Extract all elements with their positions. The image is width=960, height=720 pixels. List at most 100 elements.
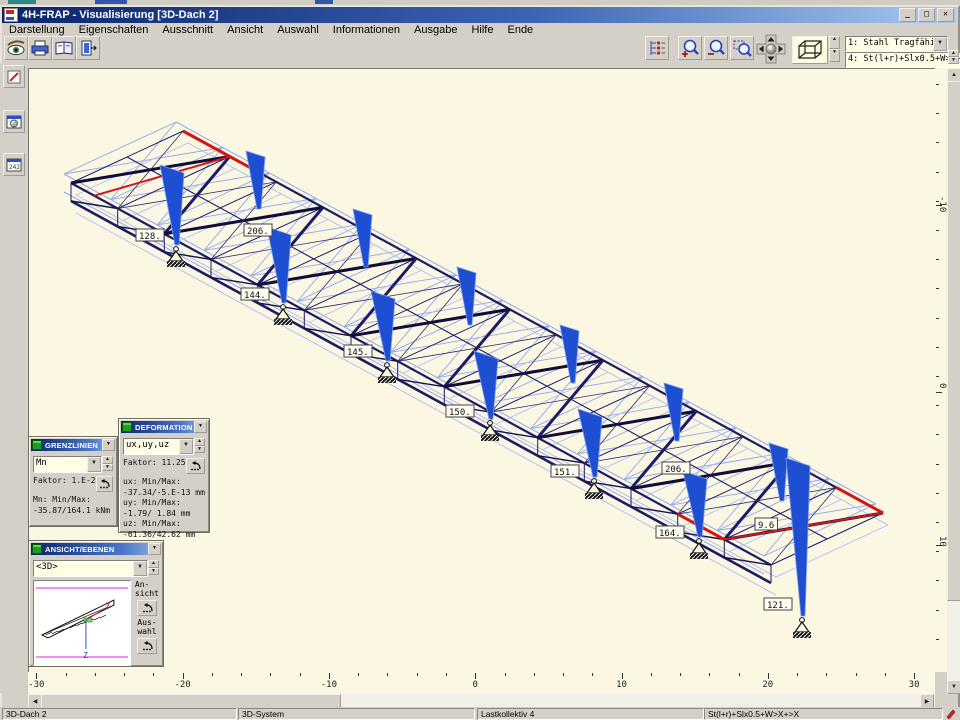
- redraw-icon: [97, 478, 111, 490]
- maximize-button[interactable]: □: [918, 8, 935, 22]
- ansicht-label: An- sicht: [135, 580, 159, 598]
- horizontal-scroll-thumb[interactable]: [41, 694, 341, 708]
- deformation-apply-button[interactable]: [186, 458, 205, 474]
- chevron-down-icon[interactable]: ▼: [933, 37, 947, 51]
- vertical-scroll-thumb[interactable]: [947, 81, 960, 601]
- close-button[interactable]: ✕: [937, 8, 954, 22]
- ruler-tick: [241, 673, 242, 676]
- scroll-left-button[interactable]: ◀: [28, 694, 42, 708]
- ruler-tick: [212, 673, 213, 676]
- grenzlinien-minmax-label: Mn: Min/Max:: [33, 495, 113, 506]
- ruler-tick: [936, 551, 939, 552]
- left-toolbar: 242: [0, 63, 27, 693]
- deformation-titlebar[interactable]: DEFORMATION ▼: [121, 421, 207, 433]
- axis-z-label: Z: [83, 651, 88, 660]
- loadcase-spinner[interactable]: ▲▼: [948, 50, 959, 64]
- grenzlinien-apply-button[interactable]: [96, 476, 113, 492]
- svg-text:206.: 206.: [247, 227, 269, 237]
- ruler-tick: [936, 522, 939, 523]
- cube-icon: [795, 39, 825, 61]
- background-fragment: [315, 0, 333, 4]
- chevron-down-icon[interactable]: ▼: [133, 561, 147, 576]
- grenzlinien-collapse-button[interactable]: ▼: [102, 439, 115, 451]
- ansicht-titlebar[interactable]: ANSICHT/EBENEN ▼: [31, 543, 161, 555]
- menu-ausschnitt[interactable]: Ausschnitt: [155, 24, 220, 36]
- view-plane-spinner[interactable]: ▲▼: [148, 560, 159, 575]
- grenzlinien-result-dropdown[interactable]: Mn ▼: [33, 456, 102, 473]
- toolbar: ▲▼ 1: Stahl Tragfähigkeit (Th. 2. O ▼ 4:…: [2, 36, 956, 64]
- ansicht-ebenen-palette: ANSICHT/EBENEN ▼ <3D> ▼ ▲▼: [28, 540, 164, 667]
- result-list-button[interactable]: [645, 36, 669, 60]
- deformation-component-dropdown[interactable]: ux,uy,uz ▼: [123, 438, 194, 455]
- svg-text:150.: 150.: [449, 408, 471, 418]
- ruler-tick: [936, 84, 939, 85]
- menu-informationen[interactable]: Informationen: [326, 24, 407, 36]
- chevron-down-icon[interactable]: ▼: [87, 457, 101, 472]
- zoom-window-icon: [732, 38, 752, 58]
- view-button[interactable]: [4, 36, 28, 60]
- scroll-up-button[interactable]: ▲: [947, 68, 960, 82]
- ruler-tick: [358, 673, 359, 676]
- auswahl-apply-button[interactable]: [137, 638, 157, 654]
- tree-list-icon: [647, 39, 667, 57]
- drawing-canvas[interactable]: 206. 206. 9.6 128. 144. 145. 150. 151. 1…: [28, 68, 935, 672]
- grenzlinien-result-spinner[interactable]: ▲▼: [102, 456, 113, 471]
- view-preview[interactable]: X Z: [33, 580, 131, 666]
- title-bar[interactable]: 4H-FRAP - Visualisierung [3D-Dach 2] _ □…: [2, 7, 956, 23]
- ruler-tick: [936, 347, 939, 348]
- grenzlinien-result-value: Mn: [34, 457, 87, 472]
- grenzlinien-title: GRENZLINIEN: [45, 441, 98, 450]
- ruler-tick: [387, 673, 388, 676]
- help-book-button[interactable]: [52, 36, 76, 60]
- menu-ausgabe[interactable]: Ausgabe: [407, 24, 464, 36]
- deformation-collapse-button[interactable]: ▼: [194, 421, 207, 433]
- loadcase-dropdown[interactable]: 4: St(l+r)+Slx0.5+W>X+>X ▼: [845, 52, 960, 68]
- result-type-dropdown[interactable]: 1: Stahl Tragfähigkeit (Th. 2. O ▼: [845, 36, 948, 52]
- scroll-right-button[interactable]: ▶: [920, 694, 934, 708]
- edit-palette-button[interactable]: [3, 65, 25, 88]
- svg-text:206.: 206.: [665, 465, 687, 475]
- menu-auswahl[interactable]: Auswahl: [270, 24, 326, 36]
- rotate-3d-button[interactable]: [792, 36, 828, 64]
- vertical-scrollbar[interactable]: ▲ ▼: [947, 68, 960, 694]
- ansicht-collapse-button[interactable]: ▼: [148, 543, 161, 555]
- deformation-palette: DEFORMATION ▼ ux,uy,uz ▼ ▲▼ Faktor: 11.2…: [118, 418, 210, 533]
- zoom-in-button[interactable]: [678, 36, 702, 60]
- horizontal-scrollbar[interactable]: ◀ ▶: [28, 694, 935, 707]
- hatch-palette-button[interactable]: [3, 110, 25, 133]
- ruler-tick: [936, 434, 939, 435]
- ruler-label: -30: [28, 680, 44, 690]
- view-plane-dropdown[interactable]: <3D> ▼: [33, 560, 148, 577]
- menu-ende[interactable]: Ende: [500, 24, 540, 36]
- node-label: 206.: [662, 462, 690, 475]
- pan-navigation-pad[interactable]: [756, 34, 786, 64]
- zoom-out-button[interactable]: [704, 36, 728, 60]
- grenzlinien-titlebar[interactable]: GRENZLINIEN ▼: [31, 439, 115, 451]
- ruler-tick: [622, 673, 623, 679]
- print-button[interactable]: [28, 36, 52, 60]
- status-project: 3D-Dach 2: [2, 708, 237, 720]
- deformation-component-spinner[interactable]: ▲▼: [194, 438, 205, 453]
- palette-icon: [32, 544, 42, 554]
- ruler-tick: [936, 230, 939, 231]
- vertical-ruler: -10010: [935, 68, 947, 672]
- svg-text:242: 242: [9, 164, 20, 171]
- menu-hilfe[interactable]: Hilfe: [464, 24, 500, 36]
- rotate-spinner[interactable]: ▲▼: [829, 36, 840, 62]
- deformation-uy-label: uy: Min/Max:: [123, 498, 205, 509]
- values-palette-button[interactable]: 242: [3, 153, 25, 176]
- minimize-button[interactable]: _: [899, 8, 916, 22]
- ruler-tick: [505, 673, 506, 676]
- ansicht-apply-button[interactable]: [137, 600, 157, 616]
- menu-eigenschaften[interactable]: Eigenschaften: [72, 24, 156, 36]
- menu-darstellung[interactable]: Darstellung: [2, 24, 72, 36]
- ruler-tick: [885, 673, 886, 676]
- scroll-down-button[interactable]: ▼: [947, 680, 960, 694]
- exit-button[interactable]: [76, 36, 100, 60]
- zoom-window-button[interactable]: [730, 36, 754, 60]
- menu-ansicht[interactable]: Ansicht: [220, 24, 270, 36]
- structure-model[interactable]: 206. 206. 9.6 128. 144. 145. 150. 151. 1…: [29, 69, 934, 671]
- ruler-tick: [936, 464, 939, 465]
- loadcase-value: 4: St(l+r)+Slx0.5+W>X+>X: [846, 53, 960, 67]
- chevron-down-icon[interactable]: ▼: [179, 439, 193, 454]
